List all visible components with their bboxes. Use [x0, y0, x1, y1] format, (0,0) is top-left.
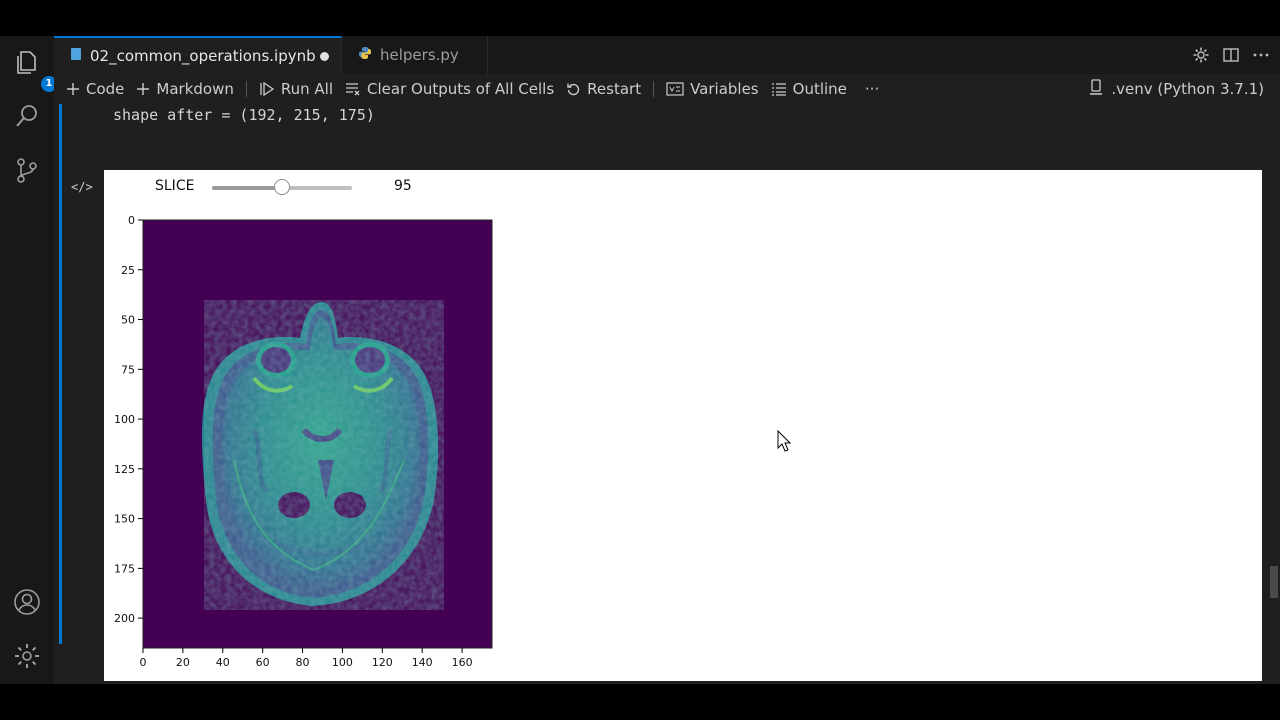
- gear-icon[interactable]: [13, 642, 41, 670]
- plus-icon: [66, 82, 80, 96]
- search-icon[interactable]: [13, 102, 41, 130]
- kernel-label: .venv (Python 3.7.1): [1111, 80, 1264, 98]
- y-tick-label: 100: [114, 413, 135, 426]
- restart-label: Restart: [587, 80, 642, 98]
- kernel-picker[interactable]: .venv (Python 3.7.1): [1089, 74, 1264, 104]
- brain-slice-image: [201, 300, 444, 610]
- notebook-icon: [70, 47, 82, 65]
- output-code-icon[interactable]: </>: [71, 180, 93, 196]
- y-tick-label: 175: [114, 562, 135, 575]
- mri-plot: 0 20 40 60 80 100 120 140 160 0 25 50 75 100 125 150 175…: [114, 214, 493, 669]
- slider-fill: [212, 186, 282, 190]
- tab-label: 02_common_operations.ipynb: [90, 47, 316, 65]
- tab-helpers[interactable]: helpers.py: [342, 36, 488, 74]
- notebook-editor: shape after = (192, 215, 175) </> SLICE …: [54, 104, 1280, 684]
- python-icon: [358, 46, 372, 64]
- x-tick-label: 80: [296, 656, 310, 669]
- x-tick-label: 120: [372, 656, 393, 669]
- add-code-label: Code: [86, 80, 125, 98]
- more-toolbar-button[interactable]: ···: [865, 80, 879, 98]
- outline-list-icon: [771, 82, 787, 96]
- add-markdown-label: Markdown: [156, 80, 234, 98]
- x-tick-label: 20: [176, 656, 190, 669]
- add-markdown-button[interactable]: Markdown: [136, 80, 234, 98]
- run-all-label: Run All: [280, 80, 334, 98]
- scrollbar-thumb[interactable]: [1270, 566, 1278, 598]
- tab-notebook[interactable]: 02_common_operations.ipynb: [54, 36, 342, 74]
- clear-all-icon: [345, 82, 361, 96]
- clear-outputs-button[interactable]: Clear Outputs of All Cells: [345, 80, 554, 98]
- tab-label: helpers.py: [380, 46, 459, 64]
- mouse-pointer-icon: [777, 429, 792, 456]
- vscode-window: 1 02_common_operations.ipynb helpers.py …: [0, 36, 1280, 684]
- files-icon[interactable]: 1: [13, 48, 57, 92]
- notebook-toolbar: Code Markdown Run All Clear Outputs of A…: [54, 74, 1280, 104]
- y-tick-label: 25: [121, 264, 135, 277]
- clear-outputs-label: Clear Outputs of All Cells: [367, 80, 555, 98]
- slider-thumb[interactable]: [273, 179, 290, 195]
- cell-focus-indicator: [59, 104, 62, 644]
- y-tick-label: 150: [114, 513, 135, 526]
- cell-output-text: shape after = (192, 215, 175): [113, 106, 375, 124]
- x-tick-label: 40: [216, 656, 230, 669]
- split-editor-icon[interactable]: [1222, 46, 1240, 64]
- y-tick-label: 200: [114, 612, 135, 625]
- settings-gear-icon[interactable]: [1192, 46, 1210, 64]
- y-tick-label: 75: [121, 363, 135, 376]
- more-actions-icon[interactable]: [1252, 46, 1270, 64]
- editor-actions: [1192, 36, 1280, 74]
- restart-button[interactable]: Restart: [566, 80, 641, 98]
- unsaved-dot-icon[interactable]: [320, 52, 329, 61]
- kernel-icon: [1089, 79, 1103, 99]
- account-icon[interactable]: [13, 588, 41, 616]
- y-tick-label: 125: [114, 463, 135, 476]
- source-control-icon[interactable]: [13, 156, 41, 184]
- slider-label: SLICE: [155, 178, 195, 194]
- add-code-button[interactable]: Code: [66, 80, 124, 98]
- restart-icon: [566, 82, 581, 97]
- variables-button[interactable]: Variables: [666, 80, 759, 98]
- slice-slider[interactable]: [212, 179, 352, 195]
- x-tick-label: 160: [452, 656, 473, 669]
- toolbar-divider: [245, 81, 247, 97]
- more-label: ···: [864, 80, 880, 98]
- cell-output: SLICE 95 0 20 40 60 80 100 120 140 160 0…: [104, 170, 1262, 681]
- x-tick-label: 140: [412, 656, 433, 669]
- outline-button[interactable]: Outline: [771, 80, 847, 98]
- y-tick-label: 50: [121, 314, 135, 327]
- editor-tab-bar: 02_common_operations.ipynb helpers.py: [54, 36, 1280, 75]
- x-tick-label: 60: [256, 656, 270, 669]
- variables-icon: [666, 82, 684, 96]
- x-tick-label: 100: [332, 656, 353, 669]
- run-all-icon: [259, 82, 275, 96]
- y-tick-label: 0: [128, 214, 135, 227]
- x-tick-label: 0: [140, 656, 147, 669]
- outline-label: Outline: [792, 80, 847, 98]
- activity-bar: 1: [0, 36, 57, 684]
- plus-icon: [136, 82, 150, 96]
- slider-value: 95: [394, 178, 412, 194]
- toolbar-divider: [653, 81, 655, 97]
- run-all-button[interactable]: Run All: [259, 80, 333, 98]
- variables-label: Variables: [690, 80, 759, 98]
